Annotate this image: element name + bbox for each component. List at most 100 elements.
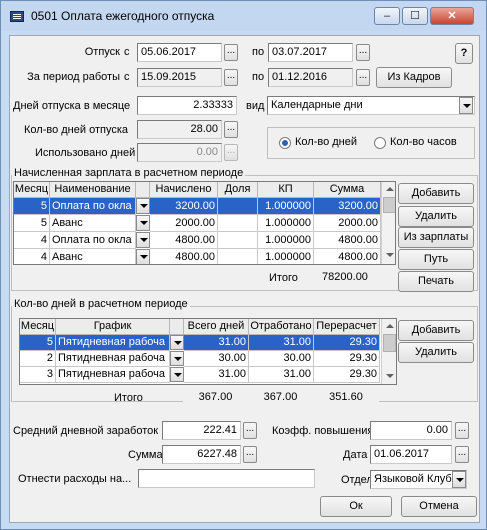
salary-col-share[interactable]: Доля <box>218 182 258 198</box>
days-scrollbar[interactable] <box>381 319 396 384</box>
radio-days[interactable] <box>279 137 291 149</box>
days-schedule-dropdown-icon[interactable] <box>170 351 184 366</box>
salary-col-month[interactable]: Месяц <box>14 182 50 198</box>
salary-cell-kp[interactable]: 1.000000 <box>258 232 314 249</box>
salary-scrollbar[interactable] <box>381 182 395 264</box>
close-button[interactable]: ✕ <box>430 7 474 25</box>
sum-picker[interactable]: ... <box>243 446 257 463</box>
salary-cell-sum[interactable]: 4800.00 <box>314 249 381 264</box>
radio-hours[interactable] <box>374 137 386 149</box>
days-col-total[interactable]: Всего дней <box>184 319 249 335</box>
kind-dropdown-icon[interactable] <box>459 97 473 114</box>
vacation-days-picker[interactable]: ... <box>224 121 238 138</box>
salary-cell-kp[interactable]: 1.000000 <box>258 249 314 264</box>
days-cell-worked[interactable]: 30.00 <box>249 351 314 367</box>
vacation-to-picker[interactable]: ... <box>356 44 370 61</box>
salary-cell-month[interactable]: 5 <box>14 215 50 232</box>
ok-button[interactable]: Ок <box>320 496 392 517</box>
scroll-thumb[interactable] <box>383 334 396 352</box>
days-cell-month[interactable]: 3 <box>20 367 56 383</box>
salary-cell-share[interactable] <box>218 232 258 249</box>
days-cell-worked[interactable]: 31.00 <box>249 367 314 383</box>
salary-cell-sum[interactable]: 3200.00 <box>314 198 381 215</box>
days-schedule-dropdown-icon[interactable] <box>170 367 184 382</box>
work-to-picker[interactable]: ... <box>356 69 370 86</box>
salary-cell-share[interactable] <box>218 249 258 264</box>
work-from-picker[interactable]: ... <box>224 69 238 86</box>
scroll-up-icon[interactable] <box>382 319 396 334</box>
date-input[interactable]: 01.06.2017 <box>370 445 452 464</box>
salary-cell-share[interactable] <box>218 198 258 215</box>
salary-cell-month[interactable]: 5 <box>14 198 50 215</box>
work-from-input[interactable]: 15.09.2015 <box>137 68 222 87</box>
maximize-button[interactable]: ☐ <box>402 7 428 25</box>
days-delete-button[interactable]: Удалить <box>398 342 474 363</box>
print-button[interactable]: Печать <box>398 271 474 292</box>
salary-cell-accrued[interactable]: 3200.00 <box>150 198 218 215</box>
scroll-down-icon[interactable] <box>382 248 395 263</box>
vacation-from-input[interactable]: 05.06.2017 <box>137 43 222 62</box>
salary-cell-name[interactable]: Оплата по окла <box>50 232 136 249</box>
dept-dropdown-icon[interactable] <box>452 471 466 488</box>
salary-add-button[interactable]: Добавить <box>398 183 474 204</box>
days-cell-month[interactable]: 5 <box>20 335 56 351</box>
days-cell-recalc[interactable]: 29.30 <box>314 335 380 351</box>
days-cell-total[interactable]: 31.00 <box>184 335 249 351</box>
salary-col-name[interactable]: Наименование <box>50 182 136 198</box>
salary-cell-name[interactable]: Аванс <box>50 249 136 264</box>
salary-name-dropdown-icon[interactable] <box>136 249 150 264</box>
path-button[interactable]: Путь <box>398 249 474 270</box>
salary-cell-accrued[interactable]: 2000.00 <box>150 215 218 232</box>
salary-name-dropdown-icon[interactable] <box>136 215 150 231</box>
sum-input[interactable]: 6227.48 <box>162 445 241 464</box>
vacation-to-input[interactable]: 03.07.2017 <box>268 43 353 62</box>
salary-col-accrued[interactable]: Начислено <box>150 182 218 198</box>
vacation-days-input[interactable]: 28.00 <box>137 120 222 139</box>
salary-cell-sum[interactable]: 4800.00 <box>314 232 381 249</box>
salary-cell-kp[interactable]: 1.000000 <box>258 198 314 215</box>
scroll-up-icon[interactable] <box>382 182 395 197</box>
salary-cell-name[interactable]: Оплата по окла <box>50 198 136 215</box>
salary-delete-button[interactable]: Удалить <box>398 206 474 227</box>
salary-cell-accrued[interactable]: 4800.00 <box>150 249 218 264</box>
scroll-thumb[interactable] <box>383 197 395 213</box>
salary-cell-kp[interactable]: 1.000000 <box>258 215 314 232</box>
help-button[interactable]: ? <box>455 43 473 64</box>
work-to-input[interactable]: 01.12.2016 <box>268 68 353 87</box>
salary-cell-month[interactable]: 4 <box>14 249 50 264</box>
avg-earnings-input[interactable]: 222.41 <box>162 421 241 440</box>
salary-col-kp[interactable]: КП <box>258 182 314 198</box>
days-table[interactable]: Месяц График Всего дней Отработано Перер… <box>19 318 397 385</box>
salary-cell-accrued[interactable]: 4800.00 <box>150 232 218 249</box>
from-salary-button[interactable]: Из зарплаты <box>398 227 474 248</box>
avg-earnings-picker[interactable]: ... <box>243 422 257 439</box>
days-col-schedule[interactable]: График <box>56 319 170 335</box>
vacation-from-picker[interactable]: ... <box>224 44 238 61</box>
days-cell-month[interactable]: 2 <box>20 351 56 367</box>
days-cell-recalc[interactable]: 29.30 <box>314 367 380 383</box>
days-schedule-dropdown-icon[interactable] <box>170 335 184 350</box>
days-col-month[interactable]: Месяц <box>20 319 56 335</box>
salary-table[interactable]: Месяц Наименование Начислено Доля КП Сум… <box>13 181 396 265</box>
salary-name-dropdown-icon[interactable] <box>136 198 150 214</box>
from-staff-button[interactable]: Из Кадров <box>376 67 452 88</box>
salary-col-sum[interactable]: Сумма <box>314 182 381 198</box>
salary-cell-month[interactable]: 4 <box>14 232 50 249</box>
coef-input[interactable]: 0.00 <box>370 421 452 440</box>
days-col-recalc[interactable]: Перерасчет <box>314 319 380 335</box>
salary-cell-sum[interactable]: 2000.00 <box>314 215 381 232</box>
days-cell-worked[interactable]: 31.00 <box>249 335 314 351</box>
date-picker[interactable]: ... <box>455 446 469 463</box>
days-cell-total[interactable]: 30.00 <box>184 351 249 367</box>
salary-cell-name[interactable]: Аванс <box>50 215 136 232</box>
days-cell-schedule[interactable]: Пятидневная рабоча <box>56 351 170 367</box>
minimize-button[interactable]: – <box>374 7 400 25</box>
salary-cell-share[interactable] <box>218 215 258 232</box>
days-cell-recalc[interactable]: 29.30 <box>314 351 380 367</box>
coef-picker[interactable]: ... <box>455 422 469 439</box>
salary-name-dropdown-icon[interactable] <box>136 232 150 248</box>
days-add-button[interactable]: Добавить <box>398 320 474 341</box>
expense-input[interactable] <box>138 469 315 488</box>
cancel-button[interactable]: Отмена <box>401 496 477 517</box>
days-col-worked[interactable]: Отработано <box>249 319 314 335</box>
